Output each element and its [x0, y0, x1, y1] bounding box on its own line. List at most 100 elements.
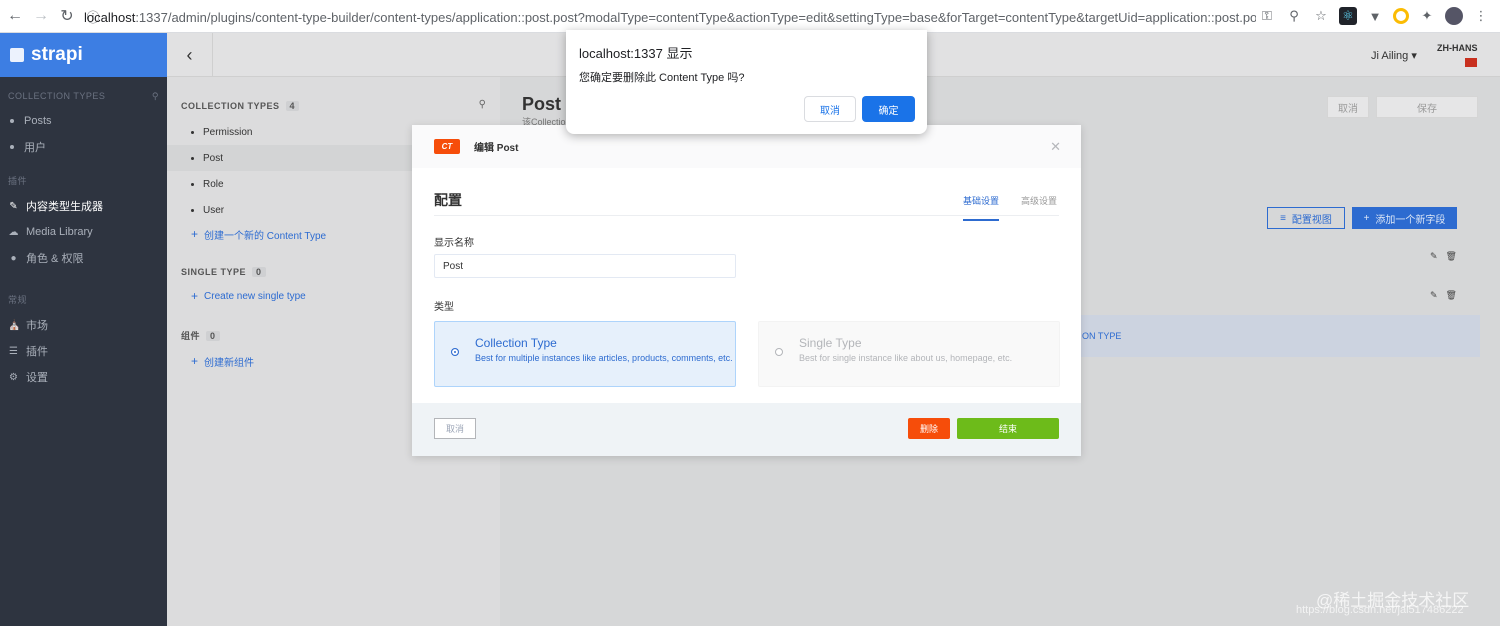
- add-field-label: 添加一个新字段: [1375, 214, 1446, 226]
- sidebar-item-roles-permissions[interactable]: ● 角色 & 权限: [0, 245, 167, 271]
- tab-basic-settings[interactable]: 基础设置: [963, 194, 1000, 221]
- dialog-message: 您确定要删除此 Content Type 吗?: [579, 72, 745, 84]
- list-icon: ≡: [1280, 212, 1286, 224]
- sidebar-item-label: 内容类型生成器: [26, 201, 103, 213]
- tab-advanced-settings[interactable]: 高级设置: [1021, 194, 1057, 221]
- sidebar-item-label: 插件: [26, 346, 48, 358]
- star-icon[interactable]: ☆: [1312, 7, 1330, 25]
- shop-icon: ⛪: [8, 319, 21, 331]
- type-label: 类型: [434, 302, 454, 313]
- plugins-heading: 插件: [8, 176, 28, 186]
- dialog-cancel-button[interactable]: 取消: [804, 96, 856, 122]
- dialog-title: localhost:1337 显示: [579, 46, 693, 61]
- single-type-option[interactable]: Single Type Best for single instance lik…: [758, 321, 1060, 387]
- ctb-item-label: Permission: [203, 126, 253, 138]
- watermark-url: https://blog.csdn.net/jal517486222: [1296, 604, 1464, 616]
- collection-type-desc: Best for multiple instances like article…: [475, 353, 733, 363]
- sidebar-item-content-type-builder[interactable]: ✎ 内容类型生成器: [0, 193, 167, 219]
- url-host: localhost: [84, 9, 136, 25]
- ctb-components-count: 0: [206, 330, 220, 341]
- vue-devtools-icon[interactable]: ▼: [1366, 7, 1384, 25]
- user-menu[interactable]: Ji Ailing ▾: [1371, 49, 1417, 62]
- radio-unselected[interactable]: [775, 348, 783, 356]
- sidebar-item-users[interactable]: 用户: [0, 134, 167, 160]
- bullet-icon: [191, 182, 194, 186]
- sidebar-item-media-library[interactable]: ☁ Media Library: [0, 219, 167, 245]
- extension-icons: ⚿ ⚲ ☆ ⚛ ▼ ✦ ⋮: [1258, 7, 1490, 25]
- bullet-icon: [191, 130, 194, 134]
- chrome-extension-icon[interactable]: [1393, 8, 1409, 24]
- sidebar-item-label: 角色 & 权限: [26, 253, 84, 265]
- bullet-icon: [191, 156, 194, 160]
- page-title: Post: [522, 94, 562, 114]
- bullet-icon: [191, 208, 194, 212]
- plus-icon: +: [191, 354, 199, 368]
- finish-button[interactable]: 结束: [957, 418, 1059, 439]
- sidebar-item-label: 用户: [24, 142, 46, 154]
- profile-avatar-icon[interactable]: [1445, 7, 1463, 25]
- edit-content-type-modal: CT 编辑 Post ✕ 配置 基础设置 高级设置 显示名称 Post 类型 C…: [412, 125, 1081, 456]
- sidebar-item-marketplace[interactable]: ⛪ 市场: [0, 312, 167, 338]
- search-icon[interactable]: ⚲: [152, 91, 159, 102]
- gear-icon: ⚙: [9, 371, 18, 383]
- sidebar-item-posts[interactable]: Posts: [0, 108, 167, 134]
- header-save-button[interactable]: 保存: [1376, 96, 1478, 118]
- puzzle-icon[interactable]: ✦: [1418, 7, 1436, 25]
- add-field-button[interactable]: + 添加一个新字段: [1352, 207, 1457, 229]
- content-type-badge: CT: [434, 139, 460, 154]
- sidebar-item-settings[interactable]: ⚙ 设置: [0, 364, 167, 390]
- sidebar-item-plugins[interactable]: ☰ 插件: [0, 338, 167, 364]
- cancel-button[interactable]: 取消: [434, 418, 476, 439]
- field-row-actions[interactable]: ✎🗑: [1430, 290, 1465, 301]
- strapi-logo[interactable]: strapi: [0, 33, 167, 77]
- add-single-label: Create new single type: [204, 290, 306, 302]
- settings-tabs: 基础设置 高级设置: [963, 194, 1057, 221]
- forward-arrow-icon[interactable]: →: [30, 5, 52, 27]
- brush-icon: ✎: [9, 200, 18, 212]
- sidebar-section-collection: COLLECTION TYPES ⚲: [0, 77, 167, 108]
- close-icon[interactable]: ✕: [1050, 139, 1061, 155]
- more-menu-icon[interactable]: ⋮: [1472, 7, 1490, 25]
- admin-sidebar: strapi COLLECTION TYPES ⚲ Posts 用户 插件 ✎ 内…: [0, 33, 167, 626]
- ctb-collection-label: COLLECTION TYPES: [181, 101, 280, 111]
- radio-selected[interactable]: [451, 348, 459, 356]
- general-heading: 常规: [8, 295, 28, 305]
- ctb-collection-count: 4: [285, 101, 300, 111]
- collection-type-option[interactable]: Collection Type Best for multiple instan…: [434, 321, 736, 387]
- react-devtools-icon[interactable]: ⚛: [1339, 7, 1357, 25]
- browser-confirm-dialog: localhost:1337 显示 您确定要删除此 Content Type 吗…: [566, 30, 927, 134]
- sidebar-item-label: Media Library: [26, 226, 93, 238]
- list-icon: ☰: [9, 345, 18, 357]
- users-icon: ●: [10, 252, 17, 264]
- delete-button[interactable]: 删除: [908, 418, 950, 439]
- china-flag-icon: [1465, 58, 1477, 67]
- sidebar-item-label: 设置: [26, 372, 48, 384]
- tabs-divider: [434, 215, 1059, 216]
- strapi-logo-icon: [10, 48, 24, 62]
- ctb-item-label: User: [203, 204, 225, 216]
- logo-text: strapi: [31, 44, 83, 65]
- sidebar-item-label: 市场: [26, 320, 48, 332]
- display-name-input[interactable]: Post: [434, 254, 736, 278]
- back-arrow-icon[interactable]: ←: [4, 5, 26, 27]
- single-type-title: Single Type: [799, 336, 862, 350]
- user-name: Ji Ailing: [1371, 50, 1409, 62]
- add-component-label: 创建新组件: [204, 357, 255, 369]
- configure-view-button[interactable]: ≡ 配置视图: [1267, 207, 1345, 229]
- address-bar[interactable]: localhost:1337/admin/plugins/content-typ…: [84, 5, 1256, 29]
- zoom-icon[interactable]: ⚲: [1285, 7, 1303, 25]
- reload-icon[interactable]: ↻: [56, 5, 78, 27]
- back-chevron-icon[interactable]: ‹: [167, 33, 213, 77]
- field-row-actions[interactable]: ✎🗑: [1430, 251, 1465, 262]
- ctb-components-label: 组件: [181, 331, 201, 341]
- key-icon[interactable]: ⚿: [1258, 7, 1276, 25]
- search-icon[interactable]: ⚲: [479, 99, 486, 110]
- dialog-ok-button[interactable]: 确定: [862, 96, 915, 122]
- add-component-strip[interactable]: ON TYPE: [1080, 315, 1480, 357]
- language-switch[interactable]: ZH-HANS: [1437, 43, 1478, 53]
- configuration-title: 配置: [434, 192, 462, 208]
- modal-title: 编辑 Post: [474, 143, 519, 154]
- header-cancel-button[interactable]: 取消: [1327, 96, 1369, 118]
- modal-footer: 取消 删除 结束: [412, 403, 1081, 456]
- ctb-item-label: Post: [203, 152, 224, 164]
